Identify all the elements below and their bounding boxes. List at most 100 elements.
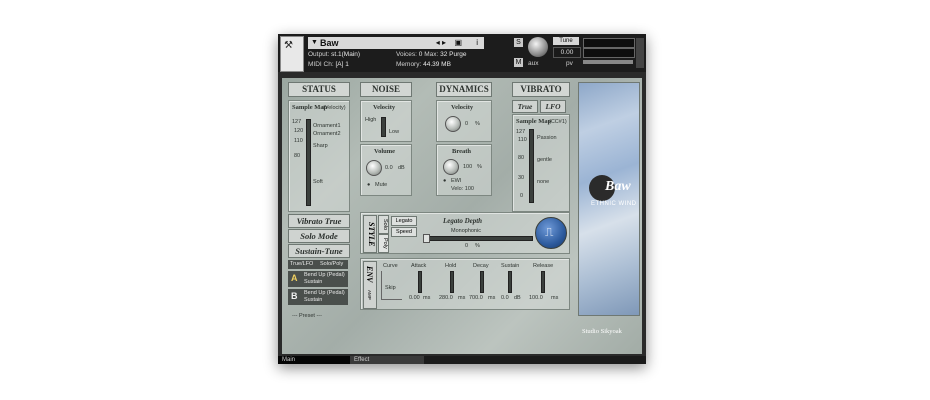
dynamics-breath-label: Breath [452, 148, 472, 155]
level-meter-left [583, 38, 635, 48]
sustain-tune-button[interactable]: Sustain-Tune [288, 244, 350, 258]
volume-slider[interactable] [583, 60, 633, 64]
noise-volume-knob[interactable] [366, 160, 382, 176]
noise-volume-value: 0.0 [385, 165, 393, 171]
pedal-slot-a[interactable]: A Bend Up (Pedal) Sustain [288, 271, 348, 287]
solo-mode-button[interactable]: Solo Mode [288, 229, 350, 243]
true-lfo-tab[interactable]: True/LFO [290, 261, 313, 267]
dynamics-velocity-unit: % [475, 121, 480, 127]
dynamics-ewi-label: EWI [451, 178, 462, 184]
status-title: STATUS [288, 82, 350, 97]
noise-velocity-label: Velocity [373, 104, 396, 111]
legato-depth-unit: % [475, 243, 480, 249]
dynamics-breath-unit: % [477, 164, 482, 170]
vibrato-true-tab[interactable]: True [512, 100, 538, 113]
tune-value[interactable]: 0.00 [553, 47, 581, 58]
max-value[interactable]: 32 [440, 51, 447, 58]
mute-button[interactable]: M [514, 58, 523, 67]
nav-arrows-icon[interactable]: ◂ ▸ [436, 37, 446, 49]
baw-logo-subtitle: ETHNIC WIND [591, 201, 637, 207]
style-solo-tab[interactable]: Solo [378, 215, 389, 234]
voices-row: Voices: 0 Max: 32 Purge [396, 51, 467, 58]
env-attack-unit: ms [423, 295, 431, 301]
vibrato-tick-110: 110 [518, 137, 527, 143]
env-decay-unit: ms [488, 295, 496, 301]
dynamics-ewi-radio-icon[interactable]: ● [443, 178, 446, 184]
vibrato-tick-127: 127 [516, 129, 526, 135]
vibrato-cc-slider[interactable] [529, 129, 534, 203]
speed-button[interactable]: Speed [391, 227, 417, 237]
env-release-unit: ms [551, 295, 559, 301]
solo-button[interactable]: S [514, 38, 523, 47]
vibrato-true-button[interactable]: Vibrato True [288, 214, 350, 228]
env-hold-slider[interactable] [450, 271, 454, 293]
vibrato-layer-passion: Passion [537, 135, 557, 141]
status-layer-ornament1: Ornament1 [313, 123, 341, 129]
side-controls[interactable] [636, 38, 644, 68]
legato-depth-slider-handle[interactable] [423, 234, 430, 243]
env-sustain-unit: dB [514, 295, 521, 301]
env-decay-slider[interactable] [480, 271, 484, 293]
status-tick-110: 110 [294, 138, 303, 144]
slot-a-line2: Sustain [304, 279, 323, 285]
dynamics-velocity-box: Velocity 0 % [436, 100, 492, 142]
vibrato-layer-gentle: gentle [537, 157, 552, 163]
style-poly-tab[interactable]: Poly [378, 234, 389, 253]
preset-selector[interactable]: --- Preset --- [292, 313, 322, 319]
camera-icon[interactable]: ▣ [454, 37, 462, 49]
vibrato-lfo-tab[interactable]: LFO [540, 100, 566, 113]
instrument-artwork: Baw ETHNIC WIND [578, 82, 640, 316]
status-layer-sharp: Sharp [313, 143, 328, 149]
noise-velocity-slider[interactable] [381, 117, 386, 137]
pv-button[interactable]: pv [566, 60, 573, 67]
env-hold-unit: ms [458, 295, 466, 301]
main-tab[interactable]: Main [278, 356, 352, 364]
status-layer-soft: Soft [313, 179, 323, 185]
noise-mute-radio-icon[interactable]: ● [367, 182, 370, 188]
level-meter-right [583, 48, 635, 58]
legato-depth-slider[interactable] [423, 236, 533, 241]
slot-b-line2: Sustain [304, 297, 323, 303]
solo-poly-tab[interactable]: Solo/Poly [320, 261, 343, 267]
voices-label: Voices: [396, 51, 417, 58]
effect-tab[interactable]: Effect [350, 356, 424, 364]
legato-button[interactable]: Legato [391, 216, 417, 226]
bottom-tab-bar: Main Effect [278, 356, 646, 364]
vibrato-layer-none: none [537, 179, 550, 185]
aux-button[interactable]: aux [528, 60, 538, 67]
status-velocity-slider[interactable] [306, 119, 311, 206]
dynamics-breath-knob[interactable] [443, 159, 459, 175]
slot-b-letter: B [291, 291, 298, 301]
tune-knob[interactable] [528, 37, 548, 57]
noise-volume-unit: dB [398, 165, 405, 171]
env-box: ENV AMP Curve Skip Attack 0.00 ms Hold 2… [360, 258, 570, 310]
instrument-header: ⚒ ▼ Baw ◂ ▸ ▣ i Output: st.1(Main) MIDI … [278, 34, 646, 72]
dynamics-velo-label: Velo: 100 [451, 186, 474, 192]
output-value[interactable]: st.1(Main) [331, 51, 360, 58]
midi-value[interactable]: [A] 1 [335, 61, 348, 68]
pedal-slot-b[interactable]: B Bend Up (Pedal) Sustain [288, 289, 348, 305]
monophonic-label: Monophonic [451, 228, 481, 234]
collapse-triangle-icon[interactable]: ▼ [311, 37, 318, 49]
status-tick-120: 120 [294, 128, 304, 134]
info-icon[interactable]: i [476, 37, 478, 49]
status-samplemap-mode: (Velocity) [323, 105, 346, 111]
dynamics-title: DYNAMICS [436, 82, 492, 97]
env-release-slider[interactable] [541, 271, 545, 293]
dynamics-breath-box: Breath 100 % ● EWI Velo: 100 [436, 144, 492, 196]
output-label: Output: [308, 51, 330, 58]
legato-depth-value: 0 [465, 243, 469, 249]
noise-low-label: Low [389, 129, 400, 135]
instrument-name-bar[interactable]: ▼ Baw ◂ ▸ ▣ i [308, 37, 484, 49]
purge-button[interactable]: Purge [449, 51, 466, 58]
env-hold-label: Hold [445, 263, 457, 269]
noise-velocity-box: Velocity High Low [360, 100, 412, 142]
status-samplemap-label: Sample Map [292, 104, 328, 111]
env-attack-slider[interactable] [418, 271, 422, 293]
voices-value: 0 [418, 51, 423, 58]
dynamics-velocity-knob[interactable] [445, 116, 461, 132]
status-tick-80: 80 [294, 153, 301, 159]
env-sustain-slider[interactable] [508, 271, 512, 293]
instrument-logo[interactable]: ⚒ [280, 36, 304, 72]
legato-mode-knob[interactable]: ⎍ [535, 217, 567, 249]
